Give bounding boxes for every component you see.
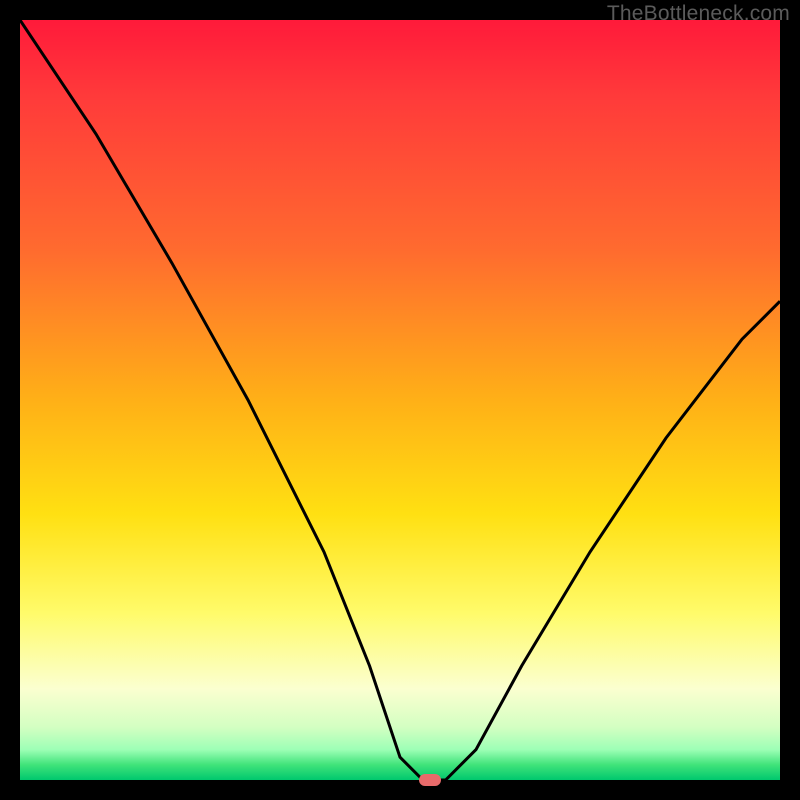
curve-path xyxy=(20,20,780,780)
optimal-point-marker xyxy=(419,774,441,786)
plot-area xyxy=(20,20,780,780)
chart-frame: TheBottleneck.com xyxy=(0,0,800,800)
bottleneck-curve xyxy=(20,20,780,780)
